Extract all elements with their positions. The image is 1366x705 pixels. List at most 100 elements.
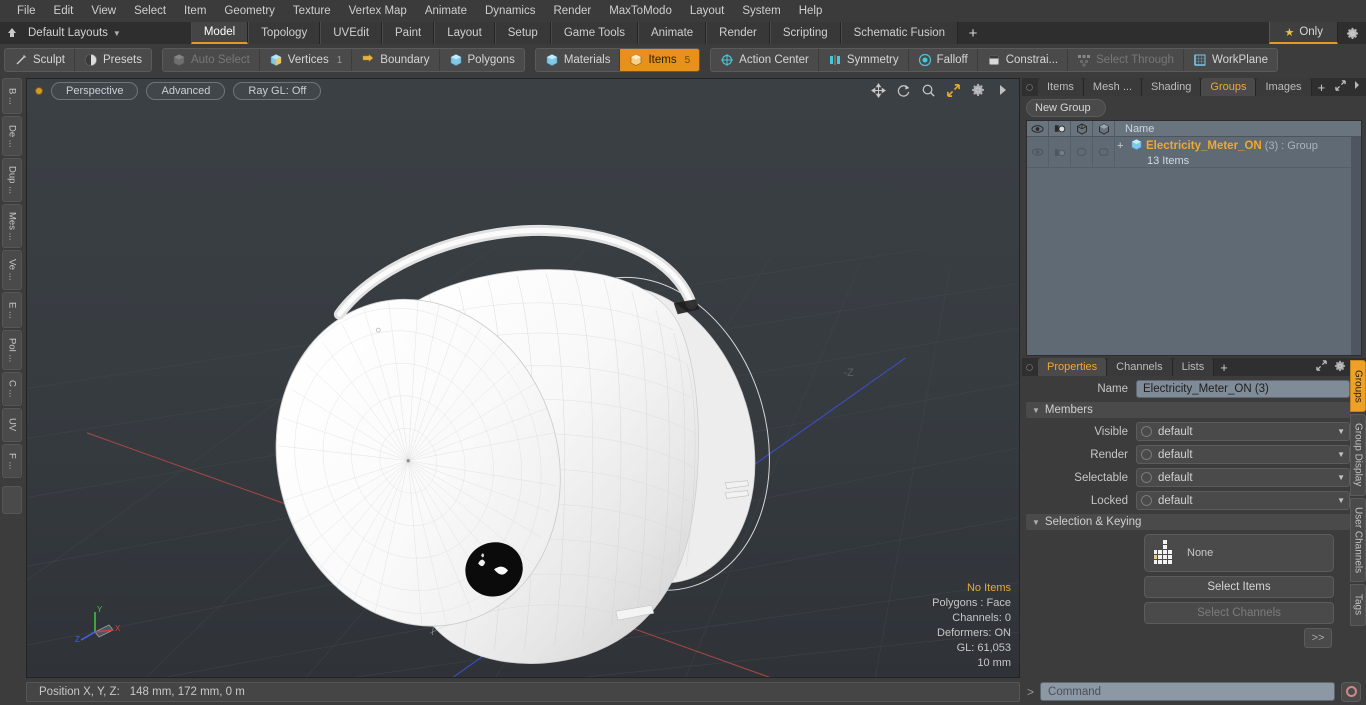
menu-item-view[interactable]: View (82, 0, 125, 22)
tab-channels[interactable]: Channels (1107, 358, 1173, 376)
menu-item-layout[interactable]: Layout (681, 0, 734, 22)
move-icon[interactable] (870, 82, 886, 98)
channel-dot-icon[interactable] (1141, 472, 1152, 483)
tool-tab-curve[interactable]: C ... (2, 372, 22, 406)
menu-item-texture[interactable]: Texture (284, 0, 340, 22)
gear-icon[interactable] (1334, 360, 1346, 375)
items-button[interactable]: Items 5 (620, 49, 700, 71)
tab-images[interactable]: Images (1256, 78, 1312, 96)
menu-item-render[interactable]: Render (544, 0, 600, 22)
constrain-button[interactable]: Constrai... (978, 49, 1069, 71)
chevron-right-icon[interactable] (995, 82, 1011, 98)
tab-mesh[interactable]: Mesh ... (1083, 78, 1143, 96)
record-icon[interactable] (1341, 681, 1361, 702)
item-list-scrollbar[interactable] (1351, 137, 1361, 355)
selection-keying-section-header[interactable]: ▼ Selection & Keying (1026, 514, 1350, 530)
command-input[interactable]: Command (1040, 682, 1335, 701)
properties-menu-dot[interactable] (1026, 363, 1033, 371)
name-field[interactable]: Electricity_Meter_ON (3) (1136, 380, 1350, 398)
selectable-dropdown[interactable]: default ▼ (1136, 468, 1350, 487)
tool-tab-mesh-edit[interactable]: Mes ... (2, 204, 22, 248)
tab-schematic-fusion[interactable]: Schematic Fusion (840, 22, 959, 44)
materials-button[interactable]: Materials (536, 49, 621, 71)
rotate-icon[interactable] (895, 82, 911, 98)
select-through-button[interactable]: Select Through (1068, 49, 1184, 71)
workplane-button[interactable]: WorkPlane (1184, 49, 1277, 71)
add-properties-tab-button[interactable]: + (1214, 360, 1234, 375)
chevron-right-icon[interactable] (1353, 80, 1361, 94)
only-toggle-button[interactable]: ★ Only (1269, 22, 1338, 44)
viewport-shading-dropdown[interactable]: Advanced (146, 82, 226, 100)
tab-scripting[interactable]: Scripting (769, 22, 841, 44)
vertices-button[interactable]: Vertices 1 (260, 49, 353, 71)
tab-uvedit[interactable]: UVEdit (320, 22, 383, 44)
select-items-button[interactable]: Select Items (1144, 576, 1334, 598)
boundary-button[interactable]: Boundary (352, 49, 440, 71)
tab-shading[interactable]: Shading (1142, 78, 1202, 96)
tab-topology[interactable]: Topology (248, 22, 321, 44)
viewport-3d[interactable]: -Z Perspective Advanced Ray GL: Off Y X … (26, 78, 1020, 678)
tool-tab-polygon[interactable]: Pol ... (2, 330, 22, 370)
row-wireframe-toggle[interactable] (1071, 137, 1093, 167)
channel-dot-icon[interactable] (1141, 495, 1152, 506)
channel-dot-icon[interactable] (1141, 426, 1152, 437)
tool-tab-deform[interactable]: De ... (2, 116, 22, 156)
tab-layout[interactable]: Layout (434, 22, 495, 44)
auto-select-button[interactable]: Auto Select (163, 49, 260, 71)
row-render-toggle[interactable] (1049, 137, 1071, 167)
menu-item-select[interactable]: Select (125, 0, 175, 22)
viewport-perspective-dropdown[interactable]: Perspective (51, 82, 139, 100)
menu-item-edit[interactable]: Edit (45, 0, 83, 22)
menu-item-vertex-map[interactable]: Vertex Map (340, 0, 416, 22)
menu-item-item[interactable]: Item (175, 0, 215, 22)
tab-paint[interactable]: Paint (382, 22, 435, 44)
vtab-groups[interactable]: Groups (1350, 360, 1366, 412)
tab-game-tools[interactable]: Game Tools (550, 22, 638, 44)
tool-tab-blank[interactable] (2, 486, 22, 514)
new-group-button[interactable]: New Group (1026, 99, 1106, 117)
expand-icon[interactable] (1316, 359, 1327, 375)
menu-item-file[interactable]: File (8, 0, 45, 22)
polygons-button[interactable]: Polygons (440, 49, 524, 71)
vtab-user-channels[interactable]: User Channels (1350, 498, 1366, 582)
tool-tab-edge[interactable]: E ... (2, 292, 22, 328)
channel-dot-icon[interactable] (1141, 449, 1152, 460)
tool-tab-basic[interactable]: B ... (2, 78, 22, 114)
tab-animate[interactable]: Animate (637, 22, 707, 44)
falloff-button[interactable]: Falloff (909, 49, 978, 71)
tool-tab-fusion[interactable]: F ... (2, 444, 22, 478)
gear-icon[interactable] (970, 82, 986, 98)
row-visibility-toggle[interactable] (1027, 137, 1049, 167)
add-panel-tab-button[interactable]: + (1312, 80, 1332, 95)
selection-set-button[interactable]: None (1144, 534, 1334, 572)
menu-item-help[interactable]: Help (790, 0, 832, 22)
viewport-raygl-dropdown[interactable]: Ray GL: Off (233, 82, 322, 100)
panel-menu-dot[interactable] (1026, 83, 1033, 91)
tab-lists[interactable]: Lists (1172, 358, 1215, 376)
tool-tab-duplicate[interactable]: Dup ... (2, 158, 22, 202)
vtab-group-display[interactable]: Group Display (1350, 414, 1366, 496)
tool-tab-uv[interactable]: UV (2, 408, 22, 442)
visible-dropdown[interactable]: default ▼ (1136, 422, 1350, 441)
row-shaded-toggle[interactable] (1093, 137, 1115, 167)
home-icon[interactable] (0, 22, 24, 44)
fit-icon[interactable] (945, 82, 961, 98)
menu-item-geometry[interactable]: Geometry (215, 0, 284, 22)
menu-item-animate[interactable]: Animate (416, 0, 476, 22)
zoom-icon[interactable] (920, 82, 936, 98)
tab-model[interactable]: Model (190, 22, 249, 44)
gear-icon[interactable] (1338, 22, 1366, 44)
locked-dropdown[interactable]: default ▼ (1136, 491, 1350, 510)
tab-render[interactable]: Render (706, 22, 770, 44)
default-layouts-dropdown[interactable]: Default Layouts ▼ (24, 22, 131, 44)
menu-item-dynamics[interactable]: Dynamics (476, 0, 544, 22)
row-expander[interactable]: + (1117, 140, 1127, 152)
render-dropdown[interactable]: default ▼ (1136, 445, 1350, 464)
members-section-header[interactable]: ▼ Members (1026, 402, 1350, 418)
menu-item-system[interactable]: System (733, 0, 789, 22)
tool-tab-vertex[interactable]: Ve ... (2, 250, 22, 290)
tab-items[interactable]: Items (1038, 78, 1084, 96)
table-row[interactable]: + Electricity_Meter_ON (3) : Group 13 It… (1027, 137, 1361, 168)
sculpt-button[interactable]: Sculpt (5, 49, 75, 71)
tab-setup[interactable]: Setup (494, 22, 551, 44)
